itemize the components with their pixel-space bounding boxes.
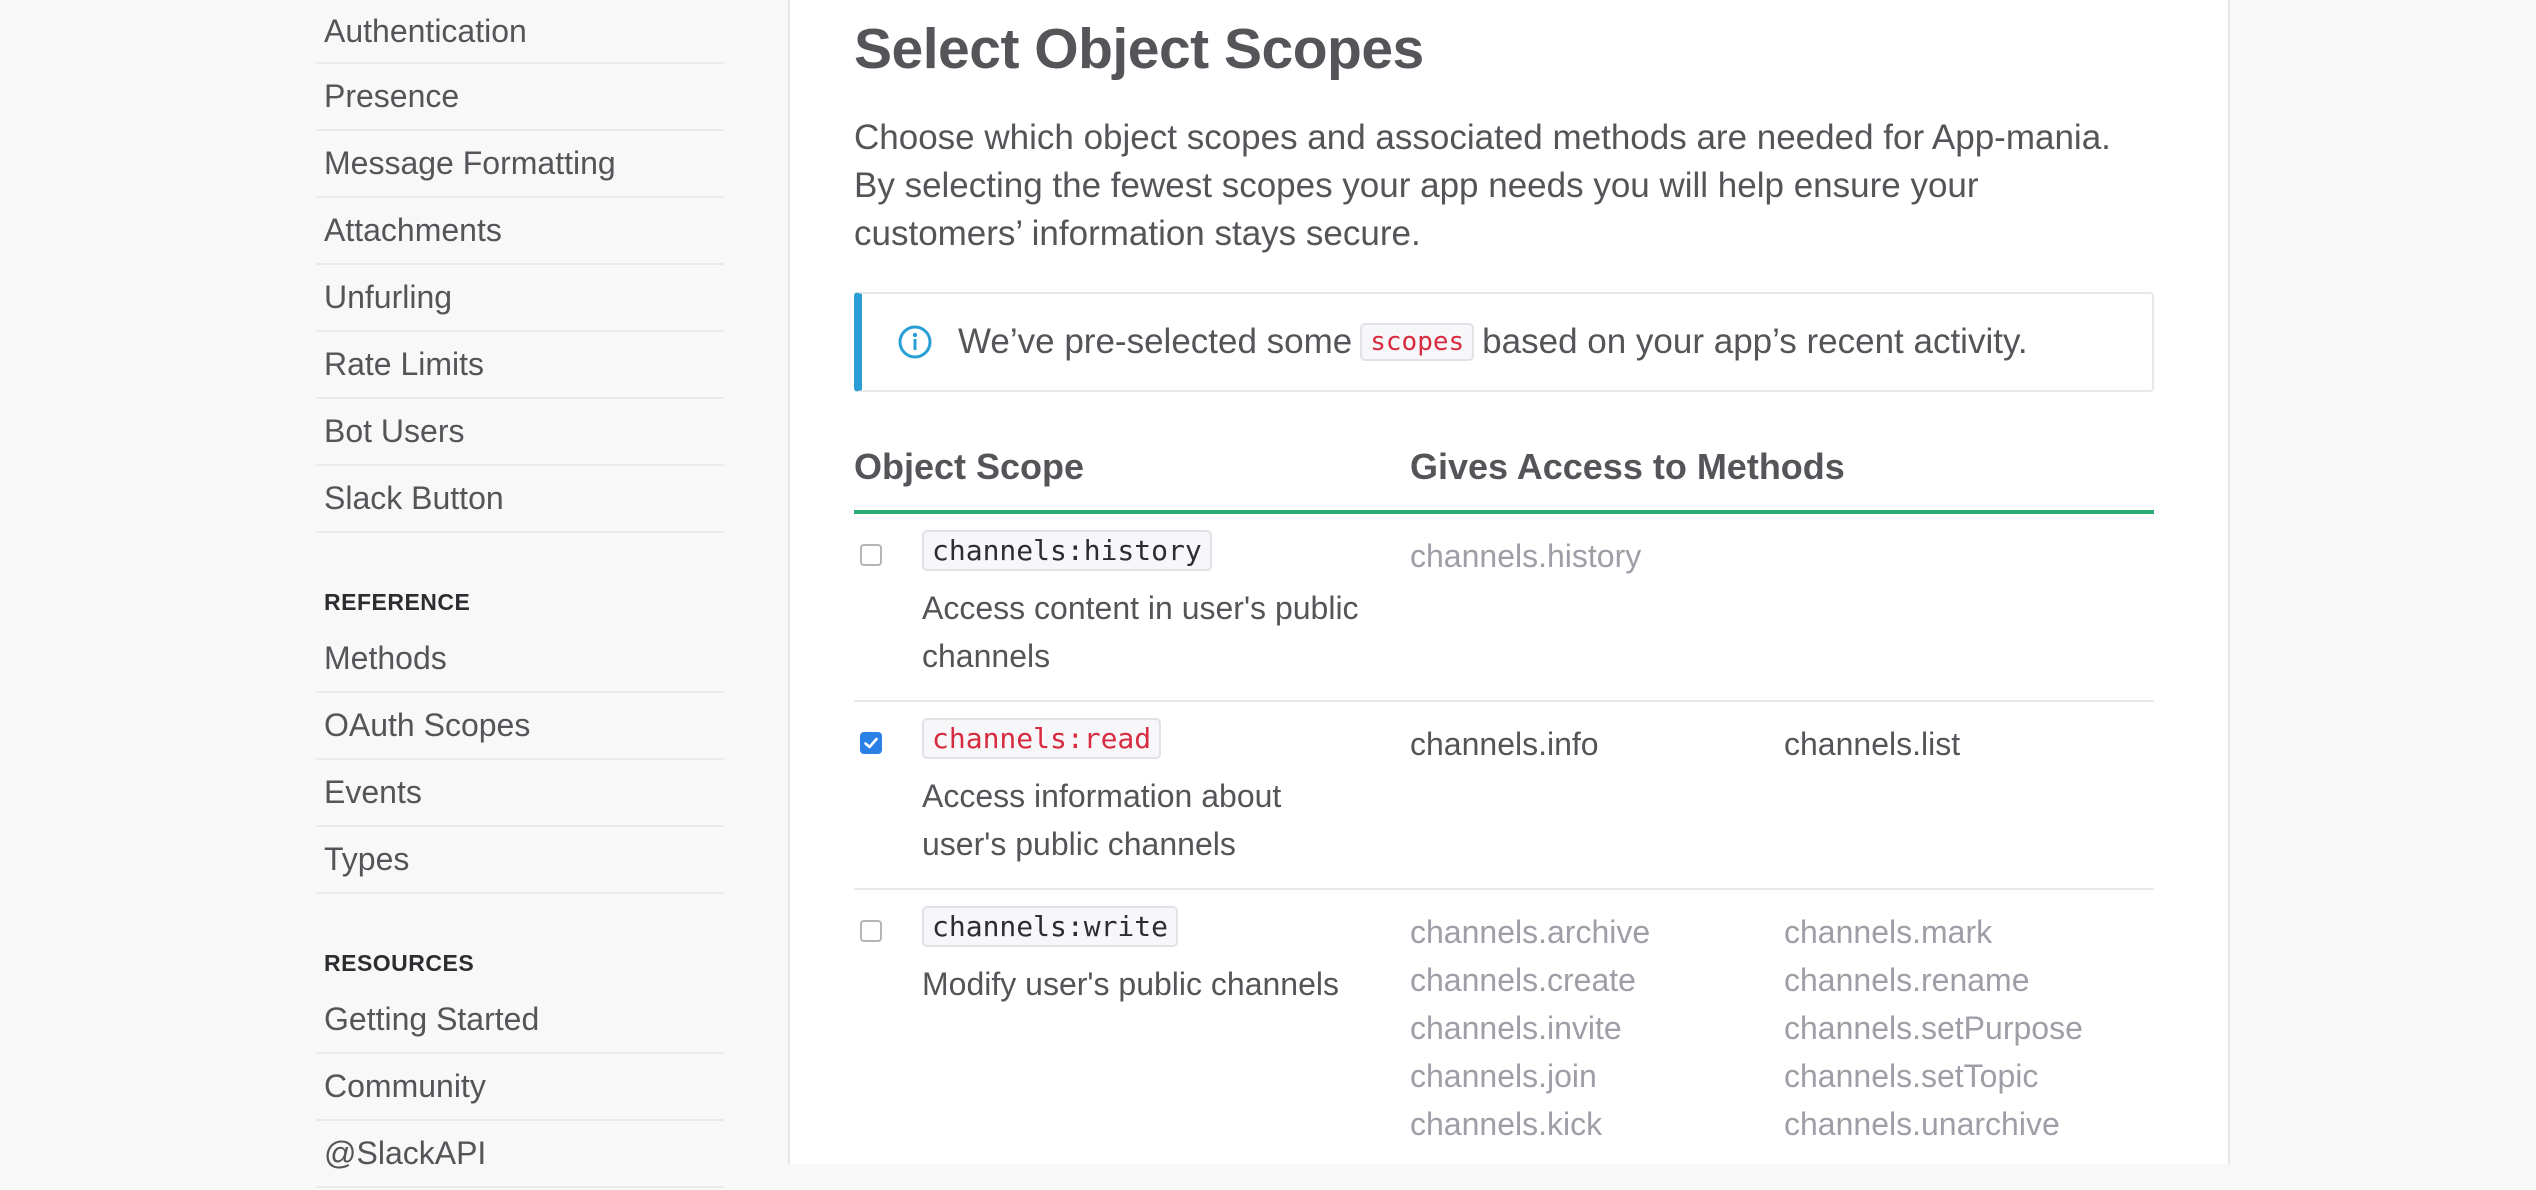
methods-col-2: channels.list <box>1784 720 1960 768</box>
sidebar-item-bot-users[interactable]: Bot Users <box>316 399 724 466</box>
sidebar-item-slack-button[interactable]: Slack Button <box>316 466 724 533</box>
scope-name-cell: channels:history <box>922 530 1212 571</box>
method-link-channels-kick[interactable]: channels.kick <box>1410 1100 1650 1148</box>
methods-col-2: channels.mark channels.rename channels.s… <box>1784 908 2083 1148</box>
table-row: channels:history Access content in user'… <box>854 514 2154 702</box>
table-header: Object Scope Gives Access to Methods <box>854 440 2154 514</box>
sidebar-item-getting-started[interactable]: Getting Started <box>316 987 724 1054</box>
nav-list-docs: Authentication Presence Message Formatti… <box>316 0 724 533</box>
method-link-channels-join[interactable]: channels.join <box>1410 1052 1650 1100</box>
scope-checkbox-channels-read[interactable] <box>860 732 882 754</box>
info-icon <box>898 325 932 359</box>
scope-name-cell: channels:read <box>922 718 1162 759</box>
method-link-channels-info[interactable]: channels.info <box>1410 720 1599 768</box>
scope-description: Modify user's public channels <box>922 966 1339 1002</box>
scope-checkbox-channels-history[interactable] <box>860 544 882 566</box>
method-link-channels-setpurpose[interactable]: channels.setPurpose <box>1784 1004 2083 1052</box>
sidebar-item-events[interactable]: Events <box>316 760 724 827</box>
sidebar-item-types[interactable]: Types <box>316 827 724 894</box>
method-link-channels-unarchive[interactable]: channels.unarchive <box>1784 1100 2083 1148</box>
method-link-channels-mark[interactable]: channels.mark <box>1784 908 2083 956</box>
method-link-channels-create[interactable]: channels.create <box>1410 956 1650 1004</box>
check-icon <box>864 737 878 749</box>
scope-name-cell: channels:write <box>922 906 1179 947</box>
sidebar-item-attachments[interactable]: Attachments <box>316 198 724 265</box>
sidebar-item-oauth-scopes[interactable]: OAuth Scopes <box>316 693 724 760</box>
info-callout: We’ve pre-selected some scopes based on … <box>854 292 2154 392</box>
callout-text-after: based on your app’s recent activity. <box>1482 322 2028 361</box>
methods-col-1: channels.history <box>1410 532 1641 580</box>
page-title: Select Object Scopes <box>854 17 1424 81</box>
scope-table: Object Scope Gives Access to Methods cha… <box>854 440 2154 1190</box>
section-heading-reference: REFERENCE <box>324 589 471 615</box>
nav-list-resources: Getting Started Community @SlackAPI <box>316 987 724 1188</box>
column-header-object-scope: Object Scope <box>854 446 1085 487</box>
table-row: channels:read Access information about u… <box>854 702 2154 890</box>
sidebar-item-slackapi[interactable]: @SlackAPI <box>316 1121 724 1188</box>
sidebar-item-message-formatting[interactable]: Message Formatting <box>316 131 724 198</box>
callout-text-before: We’ve pre-selected some <box>958 322 1353 361</box>
method-link-channels-invite[interactable]: channels.invite <box>1410 1004 1650 1052</box>
scope-description: Access content in user's public channels <box>922 590 1359 674</box>
method-link-channels-history[interactable]: channels.history <box>1410 532 1641 580</box>
scope-code-channels-history: channels:history <box>922 530 1212 571</box>
column-header-methods: Gives Access to Methods <box>1410 446 1845 487</box>
callout-code-scopes: scopes <box>1360 323 1475 361</box>
nav-list-reference: Methods OAuth Scopes Events Types <box>316 626 724 894</box>
table-row: channels:write Modify user's public chan… <box>854 890 2154 1190</box>
section-heading-resources: RESOURCES <box>324 950 475 976</box>
sidebar: Authentication Presence Message Formatti… <box>316 0 724 1188</box>
methods-col-1: channels.archive channels.create channel… <box>1410 908 1650 1148</box>
sidebar-item-rate-limits[interactable]: Rate Limits <box>316 332 724 399</box>
scope-code-channels-write: channels:write <box>922 906 1179 947</box>
method-link-channels-list[interactable]: channels.list <box>1784 720 1960 768</box>
method-link-channels-settopic[interactable]: channels.setTopic <box>1784 1052 2083 1100</box>
sidebar-item-unfurling[interactable]: Unfurling <box>316 265 724 332</box>
main-panel: Select Object Scopes Choose which object… <box>788 0 2230 1164</box>
methods-col-1: channels.info <box>1410 720 1599 768</box>
intro-paragraph: Choose which object scopes and associate… <box>854 118 2111 253</box>
sidebar-item-methods[interactable]: Methods <box>316 626 724 693</box>
method-link-channels-archive[interactable]: channels.archive <box>1410 908 1650 956</box>
sidebar-item-community[interactable]: Community <box>316 1054 724 1121</box>
scope-description: Access information about user's public c… <box>922 778 1282 862</box>
method-link-channels-rename[interactable]: channels.rename <box>1784 956 2083 1004</box>
sidebar-item-presence[interactable]: Presence <box>316 64 724 131</box>
scope-checkbox-channels-write[interactable] <box>860 920 882 942</box>
scope-code-channels-read: channels:read <box>922 718 1162 759</box>
sidebar-item-authentication[interactable]: Authentication <box>316 0 724 64</box>
